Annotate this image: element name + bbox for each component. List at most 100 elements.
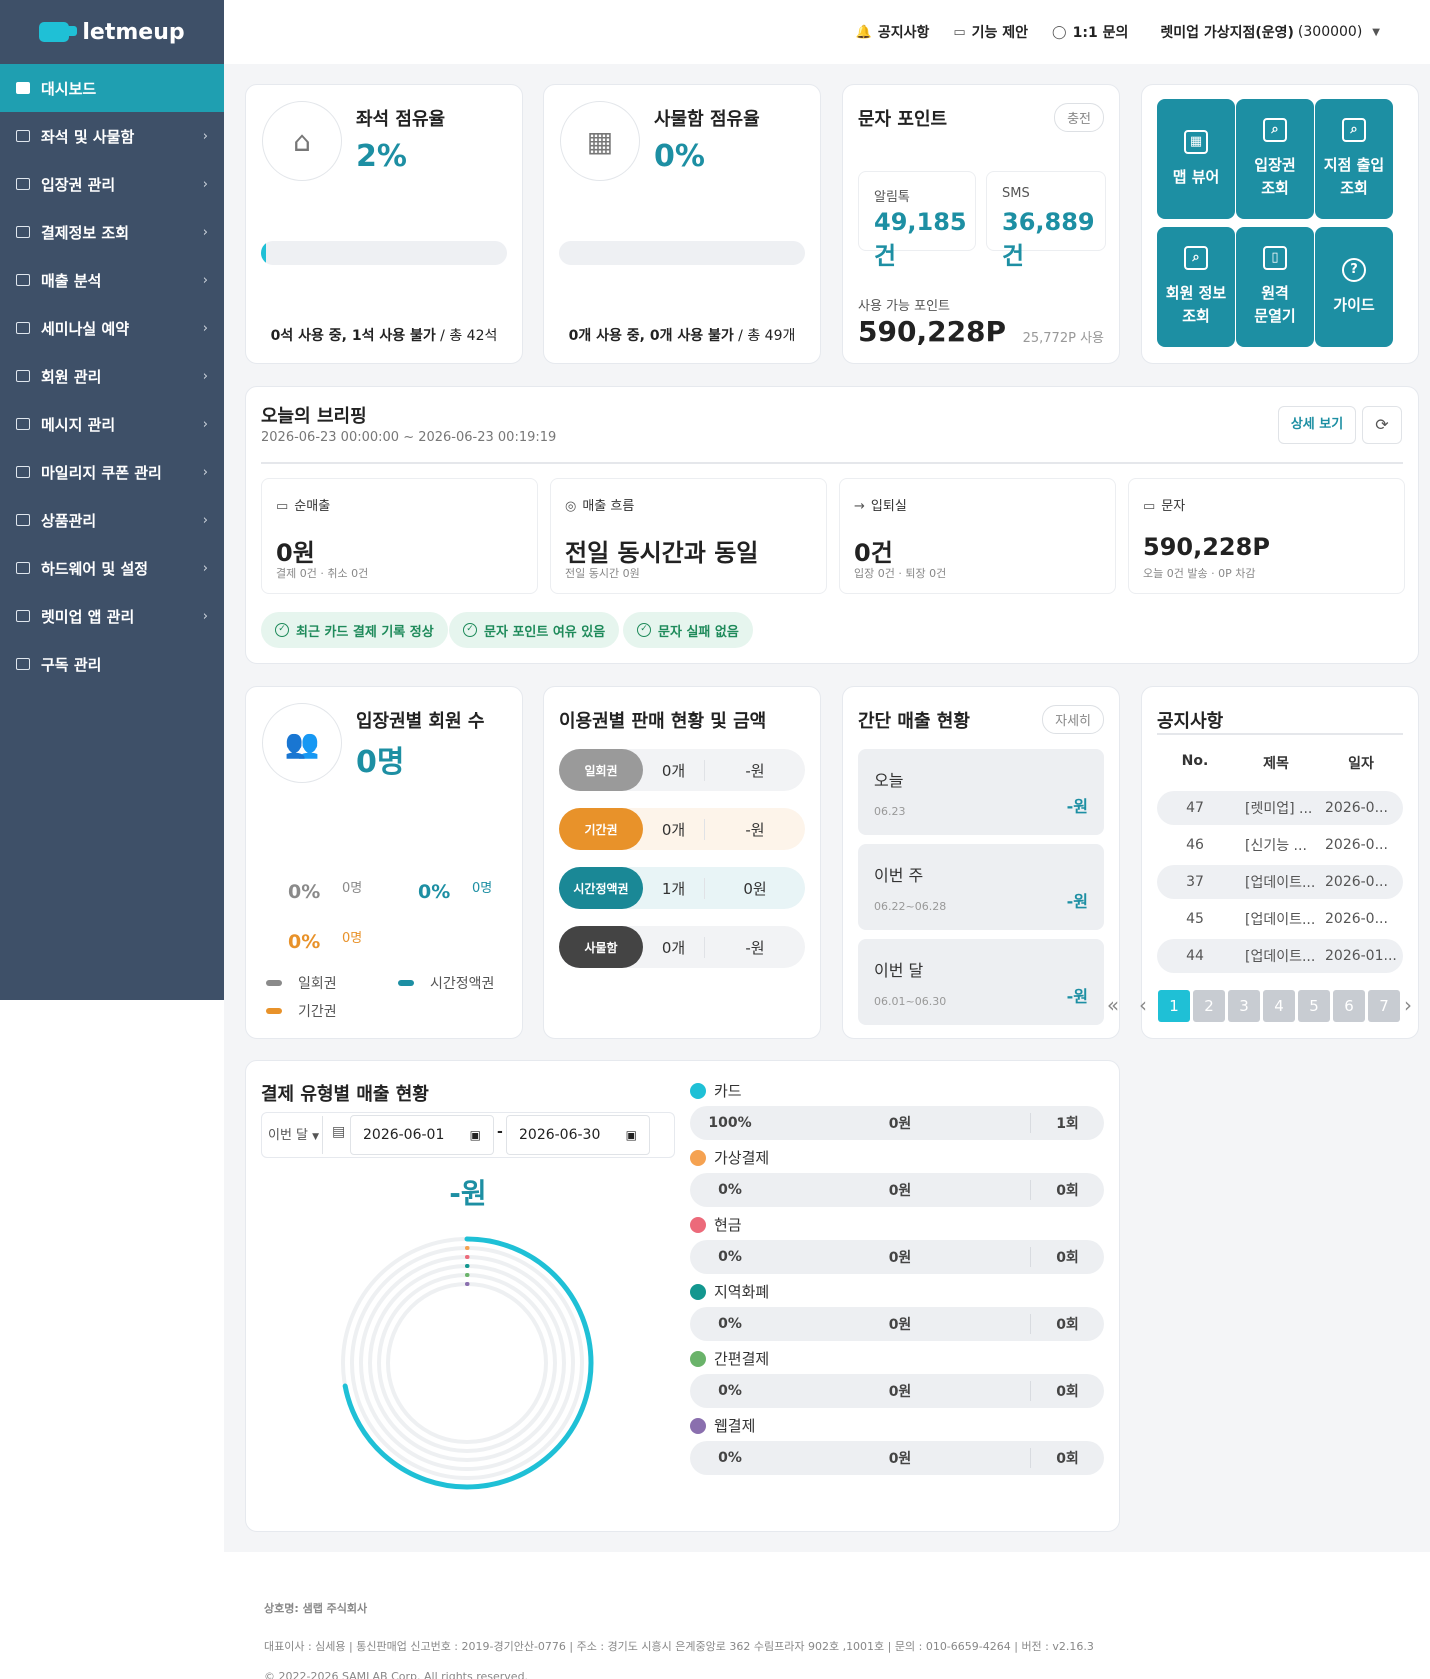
donut-ring-track	[368, 1264, 566, 1462]
page-button-2[interactable]: 2	[1193, 990, 1225, 1022]
sidebar-item-2[interactable]: 입장권 관리 ›	[0, 160, 224, 208]
quick-action-3[interactable]: ⌕ 회원 정보 조회	[1157, 227, 1235, 347]
seat-progress-bar	[261, 241, 507, 265]
letmeup-logo-icon	[39, 22, 78, 42]
inquiry-link[interactable]: ◯ 1:1 문의	[1052, 22, 1128, 42]
sidebar-item-6[interactable]: 회원 관리 ›	[0, 352, 224, 400]
menu-item-icon	[16, 82, 30, 94]
quick-action-4[interactable]: ▯ 원격 문열기	[1236, 227, 1314, 347]
legend-dot	[690, 1216, 706, 1233]
sidebar-item-3[interactable]: 결제정보 조회 ›	[0, 208, 224, 256]
page-button-4[interactable]: 4	[1263, 990, 1295, 1022]
sidebar-item-5[interactable]: 세미나실 예약 ›	[0, 304, 224, 352]
sales-more-button[interactable]: 자세히	[1042, 705, 1104, 734]
page-button-1[interactable]: 1	[1158, 990, 1190, 1022]
quick-action-2[interactable]: ⌕ 지점 출입 조회	[1315, 99, 1393, 219]
payment-type-row: 0% 0원 0회	[690, 1240, 1104, 1274]
chat-icon: ◯	[1052, 24, 1067, 40]
locker-occupancy-card: ▦ 사물함 점유율 0% 0개 사용 중, 0개 사용 불가 / 총 49개	[543, 84, 821, 364]
donut-ring-track	[386, 1282, 548, 1444]
chevron-right-icon: ›	[202, 608, 208, 624]
sidebar-item-label: 대시보드	[41, 79, 97, 98]
payment-type-label: 카드	[690, 1080, 742, 1101]
quick-action-5[interactable]: ? 가이드	[1315, 227, 1393, 347]
suggest-link[interactable]: ▭ 기능 제안	[953, 22, 1028, 42]
seat-usage-text: 0석 사용 중, 1석 사용 불가 / 총 42석	[270, 328, 498, 344]
end-date-input[interactable]: 2026-06-30 ▣	[506, 1115, 650, 1155]
topbar: 🔔 공지사항 ▭ 기능 제안 ◯ 1:1 문의 렛미업 가상지점(운영) (300000…	[224, 0, 1430, 64]
payment-type-label: 웹결제	[690, 1415, 755, 1436]
comment-icon: ▭	[953, 24, 966, 40]
menu-item-icon	[16, 274, 30, 286]
legend-dot	[690, 1149, 706, 1166]
sidebar-item-label: 마일리지 쿠폰 관리	[41, 463, 162, 482]
sidebar-item-label: 렛미업 앱 관리	[41, 607, 135, 626]
page-button-3[interactable]: 3	[1228, 990, 1260, 1022]
briefing-icon: →	[854, 499, 865, 514]
notice-row[interactable]: 45 [업데이트... 2026-0...	[1157, 902, 1403, 936]
prev-page-icon[interactable]: ‹	[1128, 990, 1158, 1022]
payment-type-label: 현금	[690, 1214, 742, 1235]
next-page-icon[interactable]: ›	[1398, 990, 1418, 1022]
quick-action-0[interactable]: ▦ 맵 뷰어	[1157, 99, 1235, 219]
sidebar-item-10[interactable]: 하드웨어 및 설정 ›	[0, 544, 224, 592]
quick-action-1[interactable]: ⌕ 입장권 조회	[1236, 99, 1314, 219]
locker-usage-text: 0개 사용 중, 0개 사용 불가 / 총 49개	[568, 328, 796, 344]
payment-type-label: 가상결제	[690, 1147, 769, 1168]
pass-sales-card: 이용권별 판매 현황 및 금액 일회권 0개 -원 기간권 0개 -원 시간정액권 1개 0원 사…	[543, 686, 821, 1039]
sidebar-item-11[interactable]: 렛미업 앱 관리 ›	[0, 592, 224, 640]
sidebar-item-label: 세미나실 예약	[41, 319, 130, 338]
calendar-icon: ▤	[332, 1124, 346, 1140]
notice-row[interactable]: 46 [신기능 ... 2026-0...	[1157, 828, 1403, 862]
sidebar-item-7[interactable]: 메시지 관리 ›	[0, 400, 224, 448]
page-button-7[interactable]: 7	[1368, 990, 1400, 1022]
detail-view-button[interactable]: 상세 보기	[1278, 406, 1356, 444]
sales-summary-row: 이번 달 06.01~06.30 -원	[858, 939, 1104, 1025]
payment-type-label: 지역화폐	[690, 1281, 769, 1302]
quick-action-icon: ⌕	[1263, 118, 1287, 142]
legend-dot	[690, 1417, 706, 1434]
briefing-box-2: → 입퇴실 0건 입장 0건 · 퇴장 0건	[839, 478, 1116, 594]
menu-item-icon	[16, 418, 30, 430]
legend-dot	[690, 1082, 706, 1099]
sidebar-item-8[interactable]: 마일리지 쿠폰 관리 ›	[0, 448, 224, 496]
briefing-icon: ◎	[565, 499, 577, 514]
sidebar-item-9[interactable]: 상품관리 ›	[0, 496, 224, 544]
notice-row[interactable]: 47 [렛미업] ... 2026-0...	[1157, 791, 1403, 825]
legend-dot	[690, 1350, 706, 1367]
check-circle-icon: ✓	[463, 623, 477, 637]
menu-item-icon	[16, 610, 30, 622]
sidebar-item-12[interactable]: 구독 관리	[0, 640, 224, 688]
period-select[interactable]: 이번 달 ▼	[268, 1124, 319, 1143]
notice-table-header: No. 제목 일자	[1181, 753, 1374, 772]
first-page-icon[interactable]: «	[1098, 990, 1128, 1022]
chevron-right-icon: ›	[202, 464, 208, 480]
payment-type-row: 0% 0원 0회	[690, 1441, 1104, 1475]
store-selector[interactable]: 렛미업 가상지점(운영) (300000) ▼	[1160, 22, 1380, 42]
sidebar-item-label: 입장권 관리	[41, 175, 116, 194]
status-chip-2: ✓ 문자 실패 없음	[623, 612, 753, 648]
refresh-icon[interactable]: ⟳	[1362, 406, 1402, 444]
start-date-input[interactable]: 2026-06-01 ▣	[350, 1115, 494, 1155]
sidebar-item-label: 상품관리	[41, 511, 97, 530]
chevron-right-icon: ›	[202, 512, 208, 528]
sidebar-item-0[interactable]: 대시보드	[0, 64, 224, 112]
brand-logo[interactable]: letmeup	[0, 0, 224, 64]
quick-actions-card: ▦ 맵 뷰어 ⌕ 입장권 조회 ⌕ 지점 출입 조회 ⌕ 회원 정보 조회 ▯ 원격 문열기? 가이드	[1141, 84, 1419, 364]
charge-button[interactable]: 충전	[1054, 103, 1104, 132]
briefing-box-3: ▭ 문자 590,228P 오늘 0건 발송 · 0P 차감	[1128, 478, 1405, 594]
notice-link[interactable]: 🔔 공지사항	[856, 22, 930, 42]
alimtalk-box: 알림톡 49,185건	[858, 171, 976, 270]
payment-type-row: 0% 0원 0회	[690, 1173, 1104, 1207]
sidebar-item-1[interactable]: 좌석 및 사물함 ›	[0, 112, 224, 160]
payment-type-row: 0% 0원 0회	[690, 1374, 1104, 1408]
notice-row[interactable]: 37 [업데이트... 2026-0...	[1157, 865, 1403, 899]
status-chip-1: ✓ 문자 포인트 여유 있음	[449, 612, 620, 648]
locker-progress-bar	[559, 241, 805, 265]
page-button-6[interactable]: 6	[1333, 990, 1365, 1022]
sidebar-item-4[interactable]: 매출 분석 ›	[0, 256, 224, 304]
page-button-5[interactable]: 5	[1298, 990, 1330, 1022]
menu-item-icon	[16, 322, 30, 334]
legend-swatch-period	[266, 1008, 282, 1014]
notice-row[interactable]: 44 [업데이트... 2026-01...	[1157, 939, 1403, 973]
